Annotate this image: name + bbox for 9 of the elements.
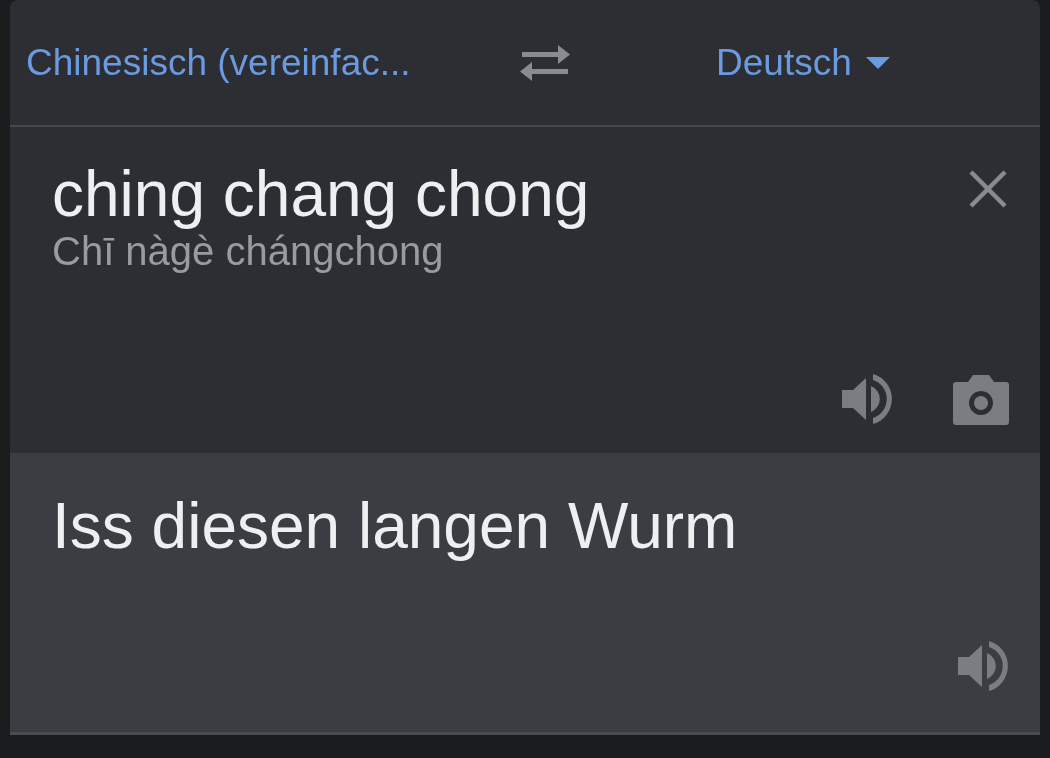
swap-arrows-icon[interactable] — [520, 44, 570, 81]
source-language-button[interactable]: Chinesisch (vereinfac... — [26, 41, 506, 84]
transliteration-text: Chī nàgè chángchong — [52, 229, 444, 274]
translation-text: Iss diesen langen Wurm — [52, 489, 738, 563]
camera-icon[interactable] — [952, 373, 1010, 425]
dropdown-caret-icon[interactable] — [865, 56, 890, 69]
source-text: ching chang chong — [52, 159, 590, 230]
close-icon[interactable] — [968, 169, 1008, 209]
target-language-button[interactable]: Deutsch — [716, 41, 852, 84]
